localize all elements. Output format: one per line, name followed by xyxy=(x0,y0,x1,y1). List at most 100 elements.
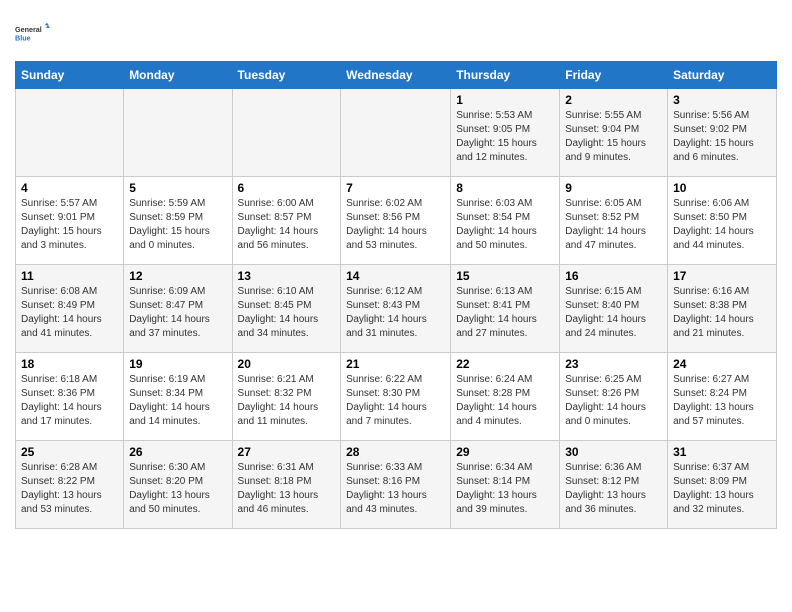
day-cell: 8Sunrise: 6:03 AMSunset: 8:54 PMDaylight… xyxy=(451,177,560,265)
day-cell: 16 Sunrise: 6:15 AMSunset: 8:40 PMDayligh… xyxy=(560,265,668,353)
day-cell: 3Sunrise: 5:56 AMSunset: 9:02 PMDaylight… xyxy=(668,89,777,177)
day-info: Sunrise: 6:22 AMSunset: 8:30 PMDaylight:… xyxy=(346,373,445,429)
week-row-4: 18 Sunrise: 6:18 AMSunset: 8:36 PMDayligh… xyxy=(16,353,777,441)
day-cell: 17 Sunrise: 6:16 AMSunset: 8:38 PMDayligh… xyxy=(668,265,777,353)
day-cell: 9 Sunrise: 6:05 AMSunset: 8:52 PMDaylight… xyxy=(560,177,668,265)
day-number: 14 xyxy=(346,269,445,283)
day-number: 19 xyxy=(129,357,226,371)
day-info: Sunrise: 6:16 AMSunset: 8:38 PMDaylight:… xyxy=(673,285,771,341)
day-info: Sunrise: 6:34 AMSunset: 8:14 PMDaylight:… xyxy=(456,461,554,517)
week-row-5: 25 Sunrise: 6:28 AMSunset: 8:22 PMDayligh… xyxy=(16,441,777,529)
day-cell: 18 Sunrise: 6:18 AMSunset: 8:36 PMDayligh… xyxy=(16,353,124,441)
day-cell: 25 Sunrise: 6:28 AMSunset: 8:22 PMDayligh… xyxy=(16,441,124,529)
day-cell: 5 Sunrise: 5:59 AMSunset: 8:59 PMDaylight… xyxy=(124,177,232,265)
col-header-wednesday: Wednesday xyxy=(341,62,451,89)
logo-icon: General Blue xyxy=(15,15,51,51)
day-number: 17 xyxy=(673,269,771,283)
day-cell: 11 Sunrise: 6:08 AMSunset: 8:49 PMDayligh… xyxy=(16,265,124,353)
day-info: Sunrise: 6:06 AMSunset: 8:50 PMDaylight:… xyxy=(673,197,771,253)
day-number: 23 xyxy=(565,357,662,371)
page-header: General Blue xyxy=(15,15,777,51)
day-number: 3 xyxy=(673,93,771,107)
day-cell: 20 Sunrise: 6:21 AMSunset: 8:32 PMDayligh… xyxy=(232,353,341,441)
day-number: 28 xyxy=(346,445,445,459)
day-number: 30 xyxy=(565,445,662,459)
day-cell: 21 Sunrise: 6:22 AMSunset: 8:30 PMDayligh… xyxy=(341,353,451,441)
day-number: 11 xyxy=(21,269,118,283)
col-header-friday: Friday xyxy=(560,62,668,89)
day-cell: 24 Sunrise: 6:27 AMSunset: 8:24 PMDayligh… xyxy=(668,353,777,441)
day-cell: 1Sunrise: 5:53 AMSunset: 9:05 PMDaylight… xyxy=(451,89,560,177)
day-cell: 27Sunrise: 6:31 AMSunset: 8:18 PMDayligh… xyxy=(232,441,341,529)
day-info: Sunrise: 6:18 AMSunset: 8:36 PMDaylight:… xyxy=(21,373,118,429)
week-row-2: 4 Sunrise: 5:57 AMSunset: 9:01 PMDaylight… xyxy=(16,177,777,265)
day-info: Sunrise: 6:24 AMSunset: 8:28 PMDaylight:… xyxy=(456,373,554,429)
day-cell: 22Sunrise: 6:24 AMSunset: 8:28 PMDayligh… xyxy=(451,353,560,441)
day-info: Sunrise: 6:30 AMSunset: 8:20 PMDaylight:… xyxy=(129,461,226,517)
day-number: 15 xyxy=(456,269,554,283)
svg-text:General: General xyxy=(15,25,42,34)
day-info: Sunrise: 6:33 AMSunset: 8:16 PMDaylight:… xyxy=(346,461,445,517)
day-number: 24 xyxy=(673,357,771,371)
day-info: Sunrise: 6:28 AMSunset: 8:22 PMDaylight:… xyxy=(21,461,118,517)
day-info: Sunrise: 6:12 AMSunset: 8:43 PMDaylight:… xyxy=(346,285,445,341)
day-number: 26 xyxy=(129,445,226,459)
day-number: 20 xyxy=(238,357,336,371)
col-header-tuesday: Tuesday xyxy=(232,62,341,89)
day-cell: 19 Sunrise: 6:19 AMSunset: 8:34 PMDayligh… xyxy=(124,353,232,441)
day-info: Sunrise: 5:53 AMSunset: 9:05 PMDaylight:… xyxy=(456,109,554,165)
day-info: Sunrise: 6:08 AMSunset: 8:49 PMDaylight:… xyxy=(21,285,118,341)
day-cell: 14 Sunrise: 6:12 AMSunset: 8:43 PMDayligh… xyxy=(341,265,451,353)
day-cell: 12 Sunrise: 6:09 AMSunset: 8:47 PMDayligh… xyxy=(124,265,232,353)
day-cell: 26 Sunrise: 6:30 AMSunset: 8:20 PMDayligh… xyxy=(124,441,232,529)
day-info: Sunrise: 6:19 AMSunset: 8:34 PMDaylight:… xyxy=(129,373,226,429)
day-info: Sunrise: 6:10 AMSunset: 8:45 PMDaylight:… xyxy=(238,285,336,341)
day-cell: 7Sunrise: 6:02 AMSunset: 8:56 PMDaylight… xyxy=(341,177,451,265)
day-cell: 15 Sunrise: 6:13 AMSunset: 8:41 PMDayligh… xyxy=(451,265,560,353)
col-header-saturday: Saturday xyxy=(668,62,777,89)
day-info: Sunrise: 6:00 AMSunset: 8:57 PMDaylight:… xyxy=(238,197,336,253)
day-number: 12 xyxy=(129,269,226,283)
day-number: 2 xyxy=(565,93,662,107)
day-cell: 4 Sunrise: 5:57 AMSunset: 9:01 PMDaylight… xyxy=(16,177,124,265)
week-row-3: 11 Sunrise: 6:08 AMSunset: 8:49 PMDayligh… xyxy=(16,265,777,353)
logo: General Blue xyxy=(15,15,51,51)
day-number: 18 xyxy=(21,357,118,371)
day-number: 29 xyxy=(456,445,554,459)
day-info: Sunrise: 6:15 AMSunset: 8:40 PMDaylight:… xyxy=(565,285,662,341)
day-number: 25 xyxy=(21,445,118,459)
day-info: Sunrise: 5:59 AMSunset: 8:59 PMDaylight:… xyxy=(129,197,226,253)
day-number: 6 xyxy=(238,181,336,195)
day-info: Sunrise: 6:21 AMSunset: 8:32 PMDaylight:… xyxy=(238,373,336,429)
day-cell: 31Sunrise: 6:37 AMSunset: 8:09 PMDayligh… xyxy=(668,441,777,529)
day-number: 21 xyxy=(346,357,445,371)
day-number: 10 xyxy=(673,181,771,195)
day-number: 16 xyxy=(565,269,662,283)
header-row: SundayMondayTuesdayWednesdayThursdayFrid… xyxy=(16,62,777,89)
day-info: Sunrise: 6:05 AMSunset: 8:52 PMDaylight:… xyxy=(565,197,662,253)
col-header-sunday: Sunday xyxy=(16,62,124,89)
day-cell xyxy=(341,89,451,177)
day-info: Sunrise: 6:03 AMSunset: 8:54 PMDaylight:… xyxy=(456,197,554,253)
day-number: 13 xyxy=(238,269,336,283)
day-info: Sunrise: 6:27 AMSunset: 8:24 PMDaylight:… xyxy=(673,373,771,429)
day-cell: 23 Sunrise: 6:25 AMSunset: 8:26 PMDayligh… xyxy=(560,353,668,441)
day-cell: 30Sunrise: 6:36 AMSunset: 8:12 PMDayligh… xyxy=(560,441,668,529)
day-cell: 13 Sunrise: 6:10 AMSunset: 8:45 PMDayligh… xyxy=(232,265,341,353)
svg-text:Blue: Blue xyxy=(15,34,31,43)
day-number: 4 xyxy=(21,181,118,195)
calendar-table: SundayMondayTuesdayWednesdayThursdayFrid… xyxy=(15,61,777,529)
day-cell: 2Sunrise: 5:55 AMSunset: 9:04 PMDaylight… xyxy=(560,89,668,177)
col-header-monday: Monday xyxy=(124,62,232,89)
day-cell: 28 Sunrise: 6:33 AMSunset: 8:16 PMDayligh… xyxy=(341,441,451,529)
day-number: 9 xyxy=(565,181,662,195)
day-number: 5 xyxy=(129,181,226,195)
day-info: Sunrise: 6:13 AMSunset: 8:41 PMDaylight:… xyxy=(456,285,554,341)
day-cell xyxy=(232,89,341,177)
week-row-1: 1Sunrise: 5:53 AMSunset: 9:05 PMDaylight… xyxy=(16,89,777,177)
day-info: Sunrise: 5:57 AMSunset: 9:01 PMDaylight:… xyxy=(21,197,118,253)
day-info: Sunrise: 6:31 AMSunset: 8:18 PMDaylight:… xyxy=(238,461,336,517)
day-cell: 6 Sunrise: 6:00 AMSunset: 8:57 PMDaylight… xyxy=(232,177,341,265)
day-info: Sunrise: 6:25 AMSunset: 8:26 PMDaylight:… xyxy=(565,373,662,429)
day-info: Sunrise: 6:09 AMSunset: 8:47 PMDaylight:… xyxy=(129,285,226,341)
